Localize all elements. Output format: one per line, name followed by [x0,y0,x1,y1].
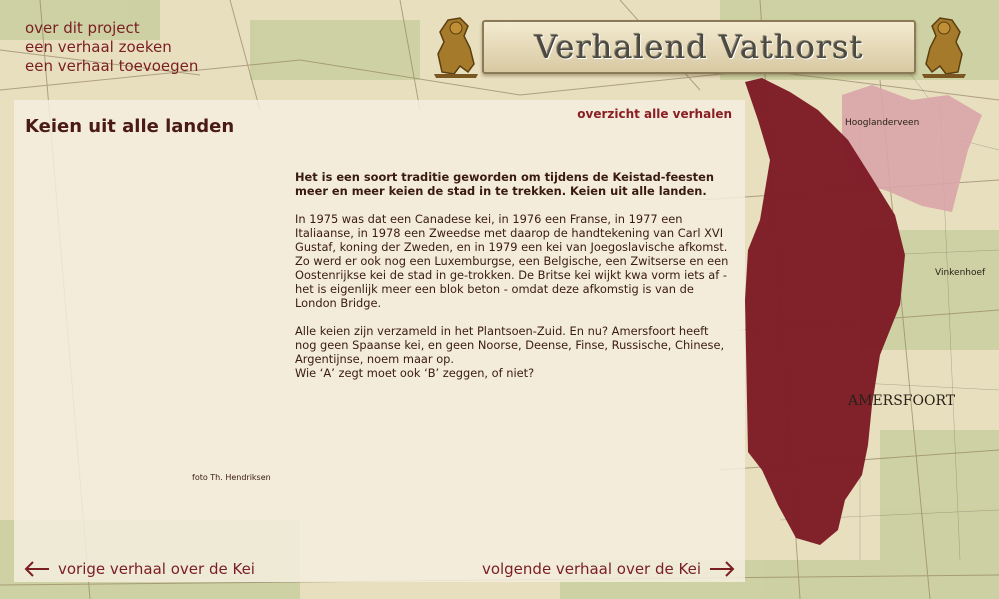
next-story-label: volgende verhaal over de Kei [481,560,701,578]
story-text: Het is een soort traditie geworden om ti… [295,170,733,394]
site-title: Verhalend Vathorst [534,28,864,66]
site-logo[interactable]: Verhalend Vathorst [432,14,968,82]
overview-all-stories-link[interactable]: overzicht alle verhalen [577,107,732,121]
story-intro: Het is een soort traditie geworden om ti… [295,170,714,198]
previous-story-label: vorige verhaal over de Kei [58,560,255,578]
story-paragraph: Alle keien zijn verzameld in het Plantso… [295,324,725,380]
story-paragraph: In 1975 was dat een Canadese kei, in 197… [295,212,729,310]
nav-search-story[interactable]: een verhaal zoeken [25,38,198,57]
logo-banner: Verhalend Vathorst [482,20,916,74]
svg-text:Hooglanderveen: Hooglanderveen [845,118,919,128]
story-panel: Keien uit alle landen overzicht alle ver… [14,100,745,582]
main-nav: over dit project een verhaal zoeken een … [25,19,198,76]
lion-crest-icon [922,17,966,78]
nav-add-story[interactable]: een verhaal toevoegen [25,57,198,76]
lion-crest-icon [434,17,478,78]
svg-text:AMERSFOORT: AMERSFOORT [847,393,956,409]
next-story-link[interactable]: volgende verhaal over de Kei [482,560,735,578]
svg-text:Vinkenhoef: Vinkenhoef [935,268,986,278]
nav-about-project[interactable]: over dit project [25,19,198,38]
arrow-right-icon [710,561,735,577]
photo-credit: foto Th. Hendriksen [192,473,271,482]
story-title: Keien uit alle landen [25,116,235,137]
previous-story-link[interactable]: vorige verhaal over de Kei [24,560,255,578]
arrow-left-icon [24,561,49,577]
